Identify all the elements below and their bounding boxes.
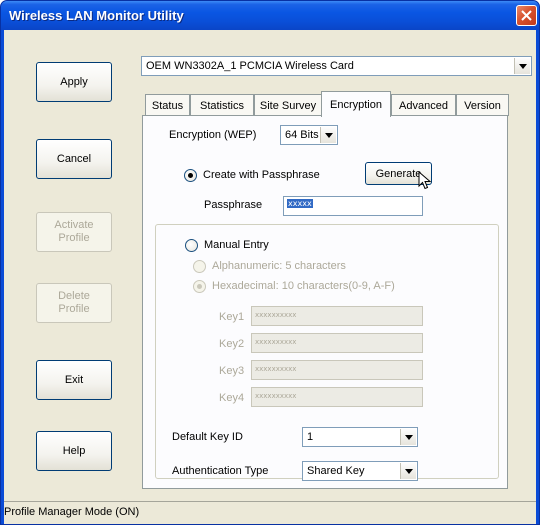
encryption-panel: Encryption (WEP) 64 Bits Create with Pas… [142,115,508,489]
alphanumeric-label: Alphanumeric: 5 characters [212,260,346,272]
key2-input[interactable]: xxxxxxxxxx [251,333,423,353]
app-window: Wireless LAN Monitor Utility Apply Cance… [0,0,540,525]
key4-input[interactable]: xxxxxxxxxx [251,387,423,407]
tab-statistics[interactable]: Statistics [190,94,254,116]
tab-status[interactable]: Status [145,94,190,116]
delete-profile-label: Delete Profile [58,290,90,315]
key1-input[interactable]: xxxxxxxxxx [251,306,423,326]
create-passphrase-radio[interactable] [184,169,197,182]
chevron-down-icon[interactable] [320,127,336,143]
delete-profile-button[interactable]: Delete Profile [36,283,112,323]
tab-advanced[interactable]: Advanced [391,94,456,116]
manual-entry-radio[interactable] [185,239,198,252]
window-title: Wireless LAN Monitor Utility [9,8,184,23]
auth-type-value: Shared Key [307,465,365,477]
wep-label: Encryption (WEP) [169,129,257,141]
cancel-label: Cancel [56,152,92,165]
cancel-button[interactable]: Cancel [36,139,112,179]
exit-label: Exit [64,373,84,386]
apply-label: Apply [60,75,88,88]
status-text: Profile Manager Mode (ON) [4,506,140,518]
key2-label: Key2 [219,338,245,350]
wep-select[interactable]: 64 Bits [280,125,338,145]
mouse-cursor-icon [418,171,432,190]
adapter-select[interactable]: OEM WN3302A_1 PCMCIA Wireless Card [141,56,532,76]
status-bar: Profile Manager Mode (ON) [4,501,536,523]
adapter-select-value: OEM WN3302A_1 PCMCIA Wireless Card [146,60,354,72]
hexadecimal-radio[interactable] [193,280,206,293]
help-button[interactable]: Help [36,431,112,471]
tab-site-survey-label: Site Survey [259,99,317,112]
exit-button[interactable]: Exit [36,360,112,400]
tab-status-label: Status [151,99,184,112]
help-label: Help [62,444,86,457]
apply-button[interactable]: Apply [36,62,112,102]
passphrase-value: xxxxx [287,199,313,208]
key2-value: xxxxxxxxxx [255,338,297,346]
passphrase-label: Passphrase [204,199,263,211]
tab-encryption-label: Encryption [330,98,382,111]
tab-encryption[interactable]: Encryption [321,91,391,117]
tab-version[interactable]: Version [456,94,509,116]
tab-advanced-label: Advanced [399,99,448,112]
key4-value: xxxxxxxxxx [255,392,297,400]
close-button[interactable] [516,5,537,26]
chevron-down-icon[interactable] [400,463,416,479]
key3-input[interactable]: xxxxxxxxxx [251,360,423,380]
tab-version-label: Version [464,99,501,112]
key4-label: Key4 [219,392,245,404]
activate-profile-label: Activate Profile [54,219,94,244]
default-key-select[interactable]: 1 [302,427,418,447]
hexadecimal-label: Hexadecimal: 10 characters(0-9, A-F) [212,280,395,292]
alphanumeric-radio[interactable] [193,260,206,273]
activate-profile-button[interactable]: Activate Profile [36,212,112,252]
passphrase-input[interactable]: xxxxx [283,196,423,216]
default-key-label: Default Key ID [172,431,243,443]
auth-type-label: Authentication Type [172,465,269,477]
default-key-value: 1 [307,431,314,443]
manual-entry-group: Manual Entry Alphanumeric: 5 characters … [155,224,499,481]
title-bar[interactable]: Wireless LAN Monitor Utility [1,1,539,30]
key1-label: Key1 [219,311,245,323]
key1-value: xxxxxxxxxx [255,311,297,319]
wep-select-value: 64 Bits [285,129,319,141]
key3-value: xxxxxxxxxx [255,365,297,373]
chevron-down-icon[interactable] [514,58,530,74]
close-icon [521,10,532,21]
dialog-client: Apply Cancel Activate Profile Delete Pro… [4,30,536,524]
manual-entry-label: Manual Entry [204,239,269,251]
create-passphrase-label: Create with Passphrase [203,169,320,181]
tab-site-survey[interactable]: Site Survey [254,94,322,116]
key3-label: Key3 [219,365,245,377]
tab-statistics-label: Statistics [199,99,244,112]
chevron-down-icon[interactable] [400,429,416,445]
generate-label: Generate [375,167,422,180]
auth-type-select[interactable]: Shared Key [302,461,418,481]
